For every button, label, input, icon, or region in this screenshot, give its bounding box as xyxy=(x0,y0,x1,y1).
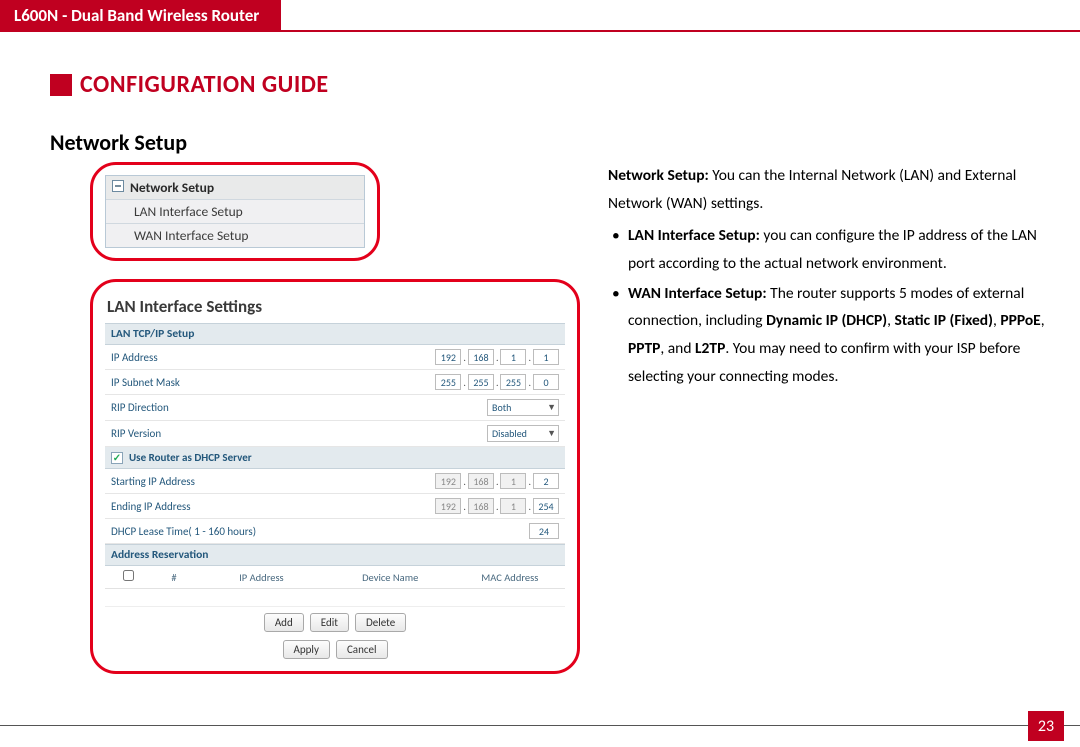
col-number: # xyxy=(151,566,197,589)
description-text: Network Setup: You can the Internal Netw… xyxy=(608,162,1058,393)
nav-item-wan-interface[interactable]: WAN Interface Setup xyxy=(106,224,364,247)
desc-intro-bold: Network Setup: xyxy=(608,166,709,185)
bullet-lan: LAN Interface Setup: you can configure t… xyxy=(612,222,1058,278)
ip-octet[interactable]: 255 xyxy=(468,374,494,390)
cancel-button[interactable]: Cancel xyxy=(336,640,388,659)
ip-octet[interactable]: 255 xyxy=(435,374,461,390)
nav-screenshot-callout: Network Setup LAN Interface Setup WAN In… xyxy=(90,162,380,261)
footer-rule xyxy=(0,725,1080,727)
ip-octet: 168 xyxy=(468,498,494,514)
edit-button[interactable]: Edit xyxy=(310,613,349,632)
ip-octet[interactable]: 255 xyxy=(500,374,526,390)
ip-octet[interactable]: 254 xyxy=(533,498,559,514)
row-starting-ip: Starting IP Address 192. 168. 1. 2 xyxy=(105,469,565,494)
page-number: 23 xyxy=(1028,711,1064,741)
ip-octet[interactable]: 192 xyxy=(435,349,461,365)
label-dhcp-server: Use Router as DHCP Server xyxy=(129,451,252,464)
chapter-square-icon xyxy=(50,74,72,96)
settings-screenshot-callout: LAN Interface Settings LAN TCP/IP Setup … xyxy=(90,279,580,674)
nav-item-network-setup[interactable]: Network Setup xyxy=(106,176,364,200)
ip-octet: 1 xyxy=(500,498,526,514)
label-lease-time: DHCP Lease Time( 1 - 160 hours) xyxy=(111,525,529,538)
col-ip: IP Address xyxy=(197,566,326,589)
lease-time-input[interactable]: 24 xyxy=(529,523,559,539)
chevron-down-icon: ▼ xyxy=(547,402,556,413)
form-button-row: Apply Cancel xyxy=(105,634,565,661)
ip-octet[interactable]: 1 xyxy=(500,349,526,365)
starting-ip-input[interactable]: 192. 168. 1. 2 xyxy=(435,473,559,489)
row-rip-version: RIP Version Disabled▼ xyxy=(105,421,565,447)
label-subnet-mask: IP Subnet Mask xyxy=(111,376,435,389)
checkbox-icon[interactable]: ✓ xyxy=(111,452,123,464)
select-all-checkbox[interactable] xyxy=(123,570,134,581)
ip-octet[interactable]: 1 xyxy=(533,349,559,365)
add-button[interactable]: Add xyxy=(264,613,304,632)
ip-address-input[interactable]: 192. 168. 1. 1 xyxy=(435,349,559,365)
ip-octet[interactable]: 168 xyxy=(468,349,494,365)
collapse-icon xyxy=(112,179,130,196)
select-rip-direction[interactable]: Both▼ xyxy=(487,399,559,416)
reservation-table: # IP Address Device Name MAC Address xyxy=(105,566,565,607)
row-subnet-mask: IP Subnet Mask 255. 255. 255. 0 xyxy=(105,370,565,395)
header-bar: L600N - Dual Band Wireless Router xyxy=(0,0,1080,32)
ip-octet[interactable]: 0 xyxy=(533,374,559,390)
col-device: Device Name xyxy=(326,566,455,589)
col-mac: MAC Address xyxy=(455,566,565,589)
nav-box: Network Setup LAN Interface Setup WAN In… xyxy=(105,175,365,248)
apply-button[interactable]: Apply xyxy=(283,640,330,659)
section-address-reservation: Address Reservation xyxy=(105,544,565,566)
ip-octet: 1 xyxy=(500,473,526,489)
table-button-row: Add Edit Delete xyxy=(105,607,565,634)
document-title: L600N - Dual Band Wireless Router xyxy=(0,0,281,30)
select-rip-version[interactable]: Disabled▼ xyxy=(487,425,559,442)
row-ending-ip: Ending IP Address 192. 168. 1. 254 xyxy=(105,494,565,519)
nav-label: Network Setup xyxy=(130,179,214,196)
row-lease-time: DHCP Lease Time( 1 - 160 hours) 24 xyxy=(105,519,565,544)
label-rip-direction: RIP Direction xyxy=(111,401,487,414)
ip-octet: 192 xyxy=(435,473,461,489)
chapter-heading: CONFIGURATION GUIDE xyxy=(50,70,1080,99)
section-title: Network Setup xyxy=(50,129,1080,156)
label-ending-ip: Ending IP Address xyxy=(111,500,435,513)
label-rip-version: RIP Version xyxy=(111,427,487,440)
ending-ip-input[interactable]: 192. 168. 1. 254 xyxy=(435,498,559,514)
ip-octet: 192 xyxy=(435,498,461,514)
row-ip-address: IP Address 192. 168. 1. 1 xyxy=(105,345,565,370)
panel-title: LAN Interface Settings xyxy=(107,296,565,317)
table-row xyxy=(105,589,565,607)
bullet-wan: WAN Interface Setup: The router supports… xyxy=(612,280,1058,392)
chevron-down-icon: ▼ xyxy=(547,428,556,439)
ip-octet[interactable]: 2 xyxy=(533,473,559,489)
row-rip-direction: RIP Direction Both▼ xyxy=(105,395,565,421)
row-dhcp-toggle[interactable]: ✓ Use Router as DHCP Server xyxy=(105,447,565,469)
label-ip-address: IP Address xyxy=(111,351,435,364)
delete-button[interactable]: Delete xyxy=(355,613,406,632)
label-starting-ip: Starting IP Address xyxy=(111,475,435,488)
ip-octet: 168 xyxy=(468,473,494,489)
nav-item-lan-interface[interactable]: LAN Interface Setup xyxy=(106,200,364,224)
section-lan-tcpip: LAN TCP/IP Setup xyxy=(105,323,565,345)
chapter-title: CONFIGURATION GUIDE xyxy=(80,70,329,99)
subnet-mask-input[interactable]: 255. 255. 255. 0 xyxy=(435,374,559,390)
